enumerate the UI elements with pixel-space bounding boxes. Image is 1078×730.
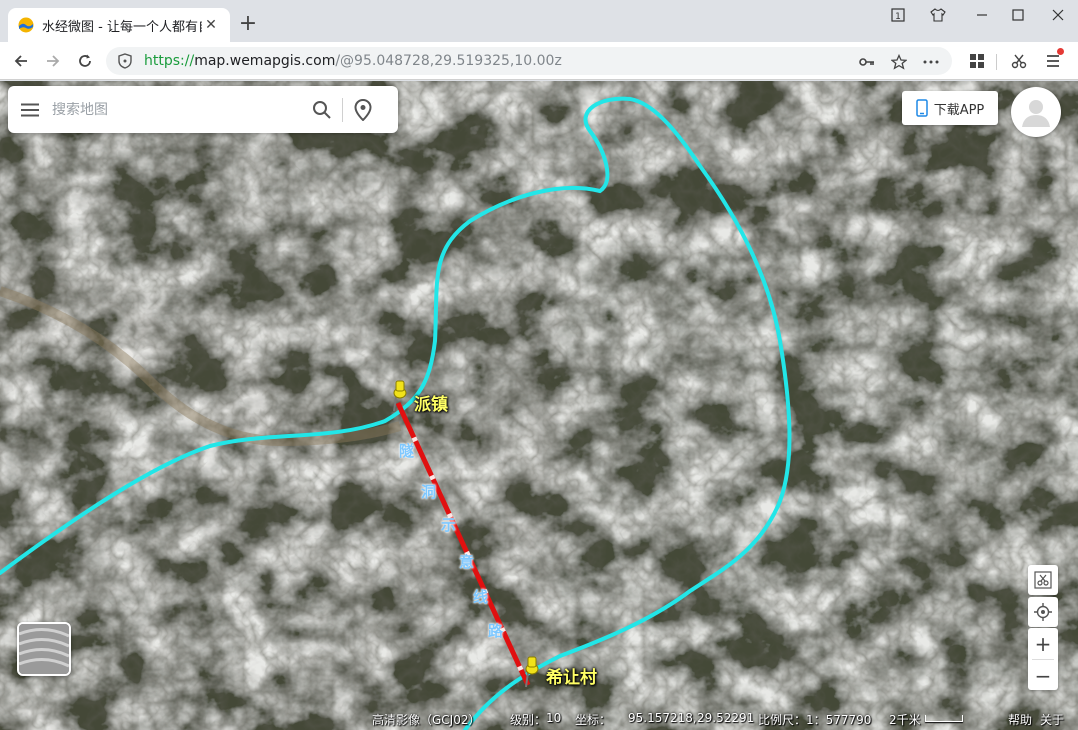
shield-icon[interactable]: [118, 53, 132, 69]
hamburger-icon[interactable]: [8, 86, 52, 133]
download-app-label: 下载APP: [933, 102, 985, 118]
zoom-control: + −: [1028, 628, 1058, 690]
new-tab-button[interactable]: +: [236, 12, 260, 36]
tunnel-label-char: 线: [473, 588, 489, 606]
zoom-out-button[interactable]: −: [1028, 660, 1058, 691]
tab-strip: 水经微图 - 让每一个人都有自 ✕ + 1: [0, 0, 1078, 42]
tunnel-label-char: 隧: [399, 442, 415, 460]
measure-tool-button[interactable]: [1028, 565, 1058, 595]
search-icon[interactable]: [302, 86, 342, 133]
url-text: https://map.wemapgis.com/@95.048728,29.5…: [144, 53, 562, 69]
user-icon: [1022, 100, 1050, 127]
svg-text:1: 1: [895, 12, 901, 22]
location-pin-icon[interactable]: [343, 86, 383, 133]
apps-grid-icon[interactable]: [964, 48, 990, 74]
tunnel-label-char: 路: [488, 622, 504, 640]
minimize-icon[interactable]: [968, 4, 996, 26]
place-label-pai[interactable]: 派镇: [414, 390, 448, 415]
toolbar-divider: [996, 54, 997, 70]
coord-label: 坐标：: [575, 713, 612, 727]
phone-icon: [915, 99, 928, 117]
layer-name: 高清影像（GCJ02）: [372, 713, 481, 727]
zoom-in-button[interactable]: +: [1028, 628, 1058, 659]
level-value: 10: [546, 711, 562, 725]
url-path: /@95.048728,29.519325,10.00z: [335, 53, 562, 69]
browser-toolbar: https://map.wemapgis.com/@95.048728,29.5…: [0, 42, 1078, 80]
browser-menu-icon[interactable]: [1040, 48, 1066, 74]
wemap-favicon-icon: [18, 17, 34, 33]
maximize-icon[interactable]: [1004, 4, 1032, 26]
notification-dot: [1057, 48, 1064, 55]
level-label: 级别：: [510, 713, 547, 727]
locate-me-button[interactable]: [1028, 597, 1058, 627]
browser-tab[interactable]: 水经微图 - 让每一个人都有自 ✕: [8, 8, 230, 42]
basemap-switcher[interactable]: [17, 622, 71, 676]
back-button[interactable]: [8, 48, 34, 74]
key-icon[interactable]: [858, 53, 876, 71]
forward-button[interactable]: [40, 48, 66, 74]
map-status-bar: 高清影像（GCJ02） 级别： 10 坐标： 95.157218, 29.522…: [0, 706, 1078, 730]
avatar[interactable]: [1011, 87, 1061, 137]
url-host: map.wemapgis.com: [194, 53, 336, 69]
scale-bar: [925, 715, 963, 722]
more-icon[interactable]: [922, 53, 940, 71]
map-canvas[interactable]: 派镇 希让村 隧 洞 示 意 线 路 下载APP: [0, 81, 1078, 730]
scissors-tool-icon: [1034, 571, 1052, 589]
tunnel-label-char: 洞: [421, 483, 437, 501]
about-link[interactable]: 关于: [1040, 711, 1064, 728]
latitude-value: 29.52291: [697, 711, 755, 725]
skin-icon[interactable]: [924, 4, 952, 26]
scale-value: 1：577790: [806, 713, 872, 727]
tab-close-icon[interactable]: ✕: [202, 17, 220, 33]
download-app-button[interactable]: 下载APP: [902, 91, 998, 125]
distance-value: 2千米: [889, 713, 921, 727]
search-input[interactable]: [52, 101, 292, 118]
tunnel-label-char: 意: [459, 553, 475, 571]
close-window-icon[interactable]: [1044, 4, 1072, 26]
help-link[interactable]: 帮助: [1008, 711, 1032, 728]
place-label-xirang[interactable]: 希让村: [546, 663, 597, 688]
longitude-value: 95.157218,: [628, 711, 697, 725]
address-bar[interactable]: https://map.wemapgis.com/@95.048728,29.5…: [106, 47, 952, 75]
scale-label: 比例尺：: [758, 713, 807, 727]
reload-button[interactable]: [72, 48, 98, 74]
star-icon[interactable]: [890, 53, 908, 71]
map-search-box: [8, 86, 398, 133]
tunnel-label-char: 示: [441, 516, 457, 534]
scissors-icon[interactable]: [1006, 48, 1032, 74]
crosshair-icon: [1034, 603, 1052, 621]
url-scheme: https://: [144, 53, 195, 69]
tab-title: 水经微图 - 让每一个人都有自: [42, 19, 202, 35]
tab-count-icon[interactable]: 1: [884, 4, 912, 26]
basemap-thumbnail-icon: [19, 624, 69, 674]
satellite-imagery: [0, 81, 1078, 730]
